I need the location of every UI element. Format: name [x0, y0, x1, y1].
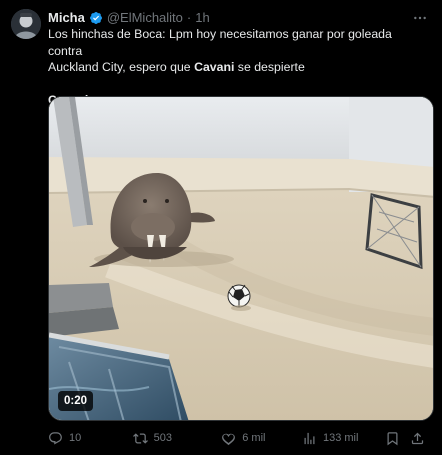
action-bar: 10 503 6 mil 133 mil: [48, 429, 430, 447]
avatar[interactable]: [11, 9, 41, 39]
text-spacer: [48, 76, 428, 92]
tweet-text-bold: Cavani: [194, 60, 235, 74]
bookmark-button[interactable]: [385, 431, 405, 446]
retweet-count: 503: [153, 432, 173, 444]
reply-icon: [48, 431, 63, 446]
video-duration: 0:20: [58, 391, 94, 411]
reply-button[interactable]: 10: [48, 431, 133, 446]
tweet-text-part: Auckland City, espero que: [48, 60, 195, 74]
views-count: 133 mil: [322, 432, 359, 444]
bookmark-icon: [385, 431, 400, 446]
like-icon: [221, 431, 236, 446]
share-icon: [410, 431, 425, 446]
retweet-icon: [132, 431, 148, 446]
tweet-text-part: Los hinchas de Boca: Lpm hoy necesitamos…: [48, 27, 392, 58]
tweet-header: Micha @ElMichalito · 1h: [48, 9, 210, 27]
tweet-card[interactable]: Micha @ElMichalito · 1h Los hinchas de B…: [0, 0, 442, 455]
tweet-text-part: se despierte: [234, 60, 305, 74]
separator-dot: ·: [186, 10, 192, 25]
like-count: 6 mil: [242, 432, 266, 444]
share-button[interactable]: [410, 431, 430, 446]
timestamp[interactable]: 1h: [195, 9, 209, 27]
like-button[interactable]: 6 mil: [221, 431, 302, 446]
video-media[interactable]: 0:20: [48, 96, 434, 421]
reply-count: 10: [69, 432, 82, 444]
display-name[interactable]: Micha: [48, 9, 85, 27]
tweet-text-line-1: Los hinchas de Boca: Lpm hoy necesitamos…: [48, 26, 428, 59]
tweet-text-line-2: Auckland City, espero que Cavani se desp…: [48, 59, 428, 76]
user-handle[interactable]: @ElMichalito: [107, 9, 183, 27]
video-frame: [49, 97, 433, 420]
views-button[interactable]: 133 mil: [302, 431, 385, 446]
views-icon: [302, 431, 317, 446]
more-icon[interactable]: [410, 8, 430, 28]
verified-icon: [89, 11, 103, 25]
retweet-button[interactable]: 503: [132, 431, 222, 446]
